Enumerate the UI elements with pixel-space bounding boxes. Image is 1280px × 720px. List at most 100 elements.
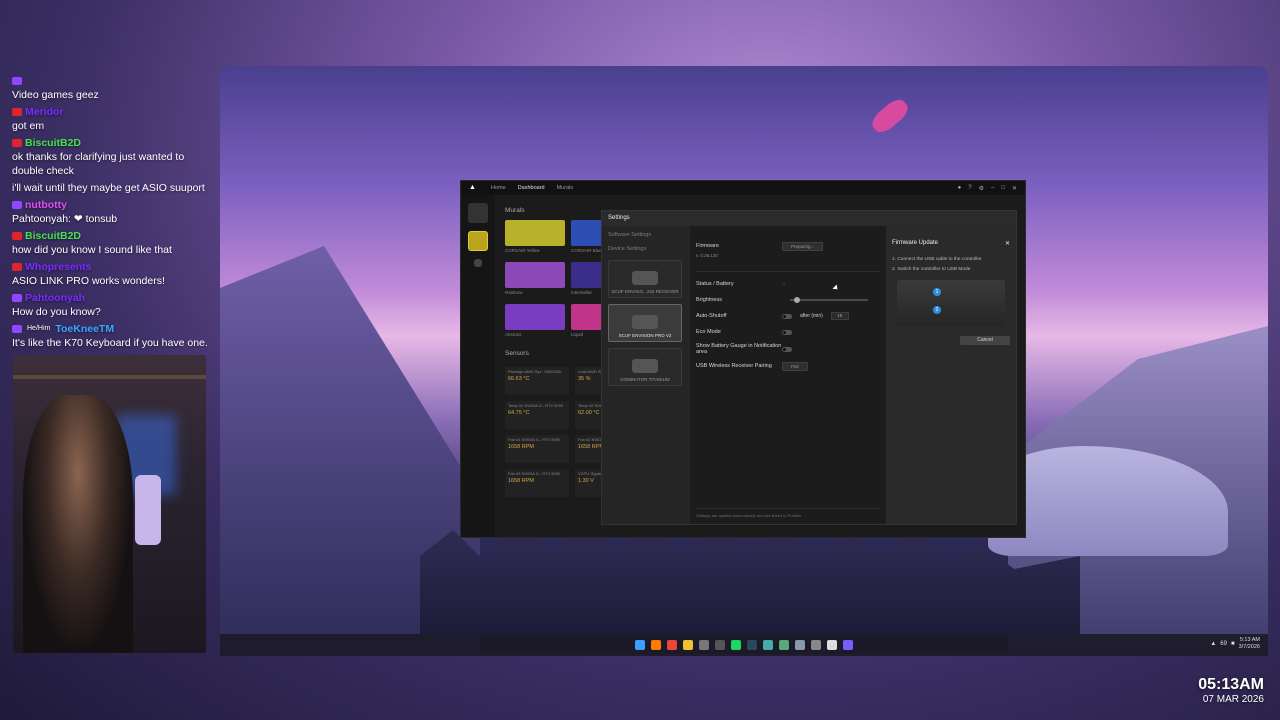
eco-mode-toggle[interactable] [782,329,792,335]
browser-icon[interactable] [651,640,661,650]
chat-username[interactable]: Pahtoonyah_ [25,291,91,305]
eco-mode-label: Eco Mode [696,329,721,335]
settings-icon[interactable] [811,640,821,650]
network-icon[interactable]: ■ [1231,641,1235,647]
maximize-icon[interactable]: □ [1001,185,1005,192]
battery-gauge-toggle[interactable] [782,346,792,352]
sensor-card[interactable]: Package AMD Ryz...9950X3D 66.63 °C [505,367,569,395]
chat-message: He/Him ToeKneeTM It's like the K70 Keyboar… [12,322,216,350]
nav-dashboard[interactable]: Dashboard [518,185,545,191]
nav-home[interactable]: Home [491,185,506,191]
brightness-slider-knob[interactable] [794,297,800,303]
chat-text: got em [12,120,45,132]
chrome-icon[interactable] [667,640,677,650]
auto-shutoff-label: Auto-Shutoff [696,313,727,319]
chat-username[interactable]: BiscuitB2D [25,229,81,243]
sensor-card[interactable]: Temp #1 NVIDIA G...RTX 5090 64.75 °C [505,401,569,429]
volume-level[interactable]: 69 [1220,641,1227,647]
chat-message: BiscuitB2D how did you know I sound like … [12,229,216,257]
mural-card[interactable]: CORSAIR Yellow [505,220,565,256]
steam-icon[interactable] [747,640,757,650]
device-name: SCUF ENVISION PRO V2 [618,333,672,338]
device-thumbnail [632,271,658,285]
sensor-value: 64.75 °C [508,410,530,416]
taskbar: ▲ 69 ■ 5:13 AM 3/7/2026 [220,634,1268,656]
corsair-logo-icon: ▲ [469,184,476,191]
obs-icon[interactable] [715,640,725,650]
chat-message: Pahtoonyah_ How do you know? [12,291,216,319]
chat-username[interactable]: Meridor [25,105,64,119]
sensor-value: 1658 RPM [508,444,534,450]
taskbar-time: 5:13 AM [1239,637,1260,643]
chat-username[interactable]: Whopresents [25,260,92,274]
shelf [13,375,206,379]
brightness-label: Brightness [696,297,722,303]
auto-shutoff-toggle[interactable] [782,313,792,319]
chat-message: Whopresents ASIO LINK PRO works wonders! [12,260,216,288]
sensor-name: Temp #1 NVIDIA G...RTX 5090 [508,403,564,408]
windows-start-icon[interactable] [635,640,645,650]
youtube-icon [12,108,22,116]
sidebar-murals-button[interactable] [468,231,488,251]
sensor-card[interactable]: Fan #3 NVIDIA G...RTX 5090 1658 RPM [505,469,569,497]
chat-text: ASIO LINK PRO works wonders! [12,275,165,287]
mural-thumbnail[interactable] [505,220,565,246]
settings-device-list: Software Settings Device Settings SCUF E… [602,226,690,524]
app-icon[interactable] [763,640,773,650]
battery-gauge-label: Show Battery Gauge in Notification area [696,343,782,355]
app-icon[interactable] [795,640,805,650]
close-icon[interactable]: ✕ [1005,240,1010,247]
mural-thumbnail[interactable] [505,304,565,330]
gear-icon[interactable]: ⚙ [979,185,984,192]
device-card[interactable]: SCUF ENVISIO...232 RECEIVER [608,260,682,298]
sidebar-add-button[interactable] [474,259,482,267]
spotify-icon[interactable] [731,640,741,650]
webcam-feed [13,355,206,653]
stream-clock-date: 07 MAR 2026 [1202,694,1264,705]
after-min-input[interactable]: 15 [830,312,849,320]
sidebar-home-button[interactable] [468,203,488,223]
stream-clock-time: 05:13AM [1198,676,1264,693]
app-grid-icon[interactable] [843,640,853,650]
firmware-update-title: Firmware Update [892,240,939,246]
taskbar-clock[interactable]: 5:13 AM 3/7/2026 [1239,637,1260,651]
device-thumbnail [632,315,658,329]
pair-button[interactable]: Pair [782,361,809,371]
chat-text: It's like the K70 Keyboard if you have o… [12,337,208,349]
file-explorer-icon[interactable] [683,640,693,650]
chat-username[interactable]: BiscuitB2D [25,136,81,150]
device-settings-link[interactable]: Device Settings [608,246,684,252]
firmware-label: Firmware [696,243,719,249]
app-icon[interactable] [779,640,789,650]
software-settings-link[interactable]: Software Settings [608,232,684,238]
chat-username[interactable]: ToeKneeTM [55,322,114,336]
sensor-value: 1658 RPM [508,478,534,484]
mural-thumbnail[interactable] [505,262,565,288]
mural-card[interactable]: Abstract [505,304,565,340]
device-card[interactable]: SCUF ENVISION PRO V2 [608,304,682,342]
microphone [135,475,161,545]
notifications-icon[interactable]: ● [958,185,962,192]
chevron-up-icon[interactable]: ▲ [1210,641,1216,647]
firmware-update-button[interactable]: Preparing... [782,241,824,251]
sensor-card[interactable]: Fan #1 NVIDIA G...RTX 5090 1658 RPM [505,435,569,463]
firmware-step-2: 2. Switch the controller to USB Mode [892,267,971,272]
youtube-icon [12,232,22,240]
controller-usb-image: 1 2 [897,280,1005,326]
brightness-slider[interactable] [790,297,868,303]
settings-footer: Settings are applied automatically and a… [696,508,880,518]
mural-card[interactable]: Rainbow [505,262,565,298]
device-card[interactable]: DOMINATOR TITANIUM [608,348,682,386]
minimize-icon[interactable]: – [991,185,994,192]
cancel-button[interactable]: Cancel [960,336,1010,345]
icue-icon[interactable] [827,640,837,650]
chat-username[interactable]: nutbotty [25,198,67,212]
nav-murals[interactable]: Murals [557,185,574,191]
close-icon[interactable]: ✕ [1012,185,1017,192]
twitch-icon [12,201,22,209]
help-icon[interactable]: ? [968,185,971,192]
chat-text: how did you know I sound like that [12,244,172,256]
settings-title: Settings [602,211,1016,226]
settings-dialog: Settings Software Settings Device Settin… [601,210,1017,525]
terminal-icon[interactable] [699,640,709,650]
